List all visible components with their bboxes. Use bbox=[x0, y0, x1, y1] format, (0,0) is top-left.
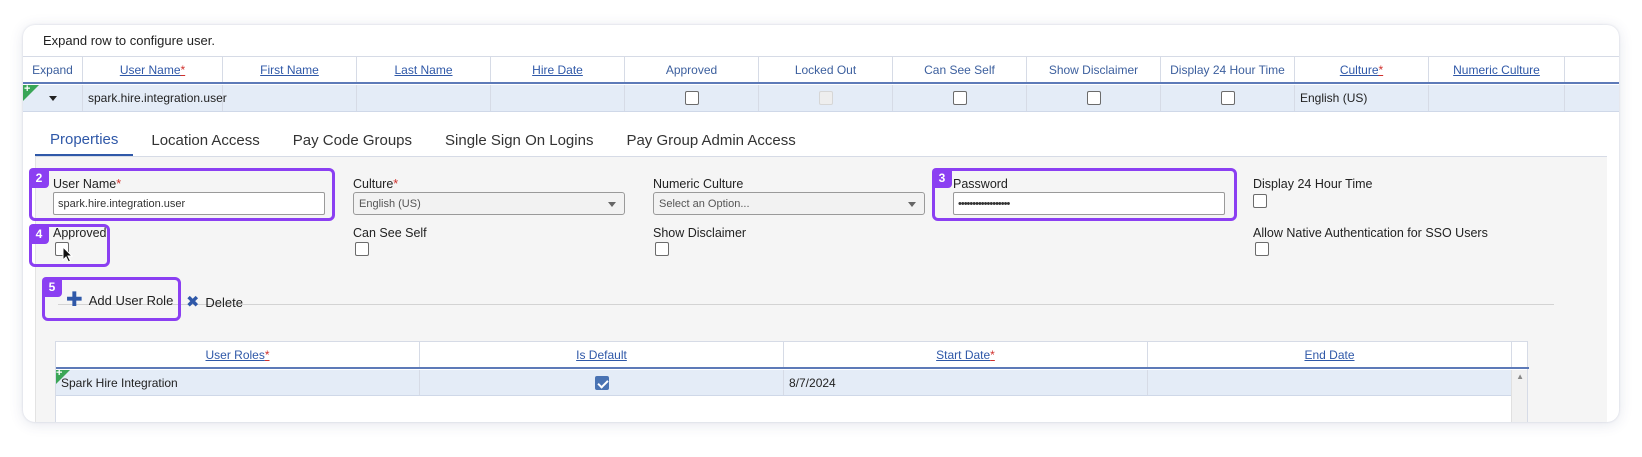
allow-native-auth-checkbox[interactable] bbox=[1255, 242, 1269, 256]
user-config-card: Expand row to configure user. Expand Use… bbox=[23, 25, 1619, 422]
culture-select[interactable]: English (US) bbox=[353, 192, 625, 215]
numeric-culture-label: Numeric Culture bbox=[653, 177, 744, 191]
col-approved: Approved bbox=[625, 57, 759, 82]
cell-locked-out bbox=[759, 85, 893, 111]
col-show-disclaimer: Show Disclaimer bbox=[1027, 57, 1161, 82]
expand-cell[interactable]: + bbox=[23, 83, 83, 111]
new-row-plus-icon: + bbox=[56, 367, 63, 379]
allow-native-auth-label: Allow Native Authentication for SSO User… bbox=[1253, 226, 1488, 240]
show-disclaimer-checkbox[interactable] bbox=[1086, 91, 1101, 105]
can-see-self-label: Can See Self bbox=[353, 226, 427, 240]
display-24-checkbox[interactable] bbox=[1220, 91, 1235, 105]
cell-can-see-self bbox=[893, 85, 1027, 111]
can-see-self-form-checkbox[interactable] bbox=[355, 242, 369, 256]
numeric-culture-select[interactable]: Select an Option... bbox=[653, 192, 925, 215]
highlight-add-user-role: 5 bbox=[42, 277, 181, 321]
col-culture[interactable]: Culture * bbox=[1295, 57, 1429, 82]
cell-is-default bbox=[420, 370, 784, 395]
culture-label: Culture* bbox=[353, 177, 399, 191]
cell-end-date[interactable] bbox=[1148, 370, 1512, 395]
user-roles-grid-header: User Roles * Is Default Start Date * End D… bbox=[56, 342, 1529, 369]
expand-caret-icon[interactable] bbox=[48, 95, 57, 101]
col-display-24: Display 24 Hour Time bbox=[1161, 57, 1295, 82]
user-roles-grid: User Roles * Is Default Start Date * End D… bbox=[55, 341, 1529, 422]
cell-start-date[interactable]: 8/7/2024 bbox=[784, 370, 1148, 395]
delete-x-icon: ✖ bbox=[186, 294, 200, 311]
cell-last-name[interactable] bbox=[357, 85, 491, 111]
col-can-see-self: Can See Self bbox=[893, 57, 1027, 82]
can-see-self-checkbox[interactable] bbox=[952, 91, 967, 105]
col-end-date[interactable]: End Date bbox=[1148, 342, 1512, 367]
cell-approved bbox=[625, 85, 759, 111]
users-grid-header: Expand User Name * First Name Last Name H… bbox=[23, 56, 1619, 84]
highlight-user-name: 2 bbox=[29, 168, 335, 221]
highlight-approved: 4 bbox=[29, 224, 110, 267]
tab-single-sign-on-logins[interactable]: Single Sign On Logins bbox=[430, 125, 608, 156]
tab-pay-group-admin-access[interactable]: Pay Group Admin Access bbox=[611, 125, 810, 156]
chevron-down-icon bbox=[608, 202, 616, 207]
tab-pay-code-groups[interactable]: Pay Code Groups bbox=[278, 125, 427, 156]
col-user-roles[interactable]: User Roles * bbox=[56, 342, 420, 367]
locked-out-checkbox bbox=[818, 91, 833, 105]
display-24-form-checkbox[interactable] bbox=[1253, 194, 1267, 208]
col-hire-date[interactable]: Hire Date bbox=[491, 57, 625, 82]
highlight-password: 3 bbox=[932, 168, 1237, 221]
display-24-label: Display 24 Hour Time bbox=[1253, 177, 1373, 191]
instruction-text: Expand row to configure user. bbox=[43, 33, 215, 48]
cell-hire-date[interactable] bbox=[491, 85, 625, 111]
tab-location-access[interactable]: Location Access bbox=[136, 125, 274, 156]
col-user-name[interactable]: User Name * bbox=[83, 57, 223, 82]
approved-checkbox[interactable] bbox=[684, 91, 699, 105]
section-divider bbox=[58, 304, 1554, 305]
col-first-name[interactable]: First Name bbox=[223, 57, 357, 82]
tab-properties[interactable]: Properties bbox=[35, 125, 134, 156]
table-row[interactable]: + Spark Hire Integration 8/7/2024 bbox=[56, 367, 1512, 396]
col-numeric-culture[interactable]: Numeric Culture bbox=[1429, 57, 1565, 82]
is-default-checkbox[interactable] bbox=[594, 375, 609, 390]
table-row[interactable]: + spark.hire.integration.user English (U… bbox=[23, 83, 1619, 112]
col-locked-out: Locked Out bbox=[759, 57, 893, 82]
col-is-default[interactable]: Is Default bbox=[420, 342, 784, 367]
chevron-down-icon bbox=[908, 202, 916, 207]
cell-user-role[interactable]: + Spark Hire Integration bbox=[56, 367, 420, 395]
col-expand: Expand bbox=[23, 57, 83, 82]
col-start-date[interactable]: Start Date * bbox=[784, 342, 1148, 367]
cell-display-24 bbox=[1161, 85, 1295, 111]
cell-numeric-culture[interactable] bbox=[1429, 85, 1565, 111]
show-disclaimer-label: Show Disclaimer bbox=[653, 226, 747, 240]
show-disclaimer-form-checkbox[interactable] bbox=[655, 242, 669, 256]
col-last-name[interactable]: Last Name bbox=[357, 57, 491, 82]
detail-tabs: Properties Location Access Pay Code Grou… bbox=[35, 125, 814, 157]
delete-button[interactable]: ✖ Delete bbox=[186, 292, 243, 312]
cell-culture[interactable]: English (US) bbox=[1295, 85, 1429, 111]
cell-first-name[interactable] bbox=[223, 85, 357, 111]
new-row-plus-icon: + bbox=[24, 83, 31, 95]
scroll-up-icon[interactable]: ▲ bbox=[1516, 372, 1524, 381]
cell-show-disclaimer bbox=[1027, 85, 1161, 111]
cell-user-name[interactable]: spark.hire.integration.user bbox=[83, 85, 227, 111]
